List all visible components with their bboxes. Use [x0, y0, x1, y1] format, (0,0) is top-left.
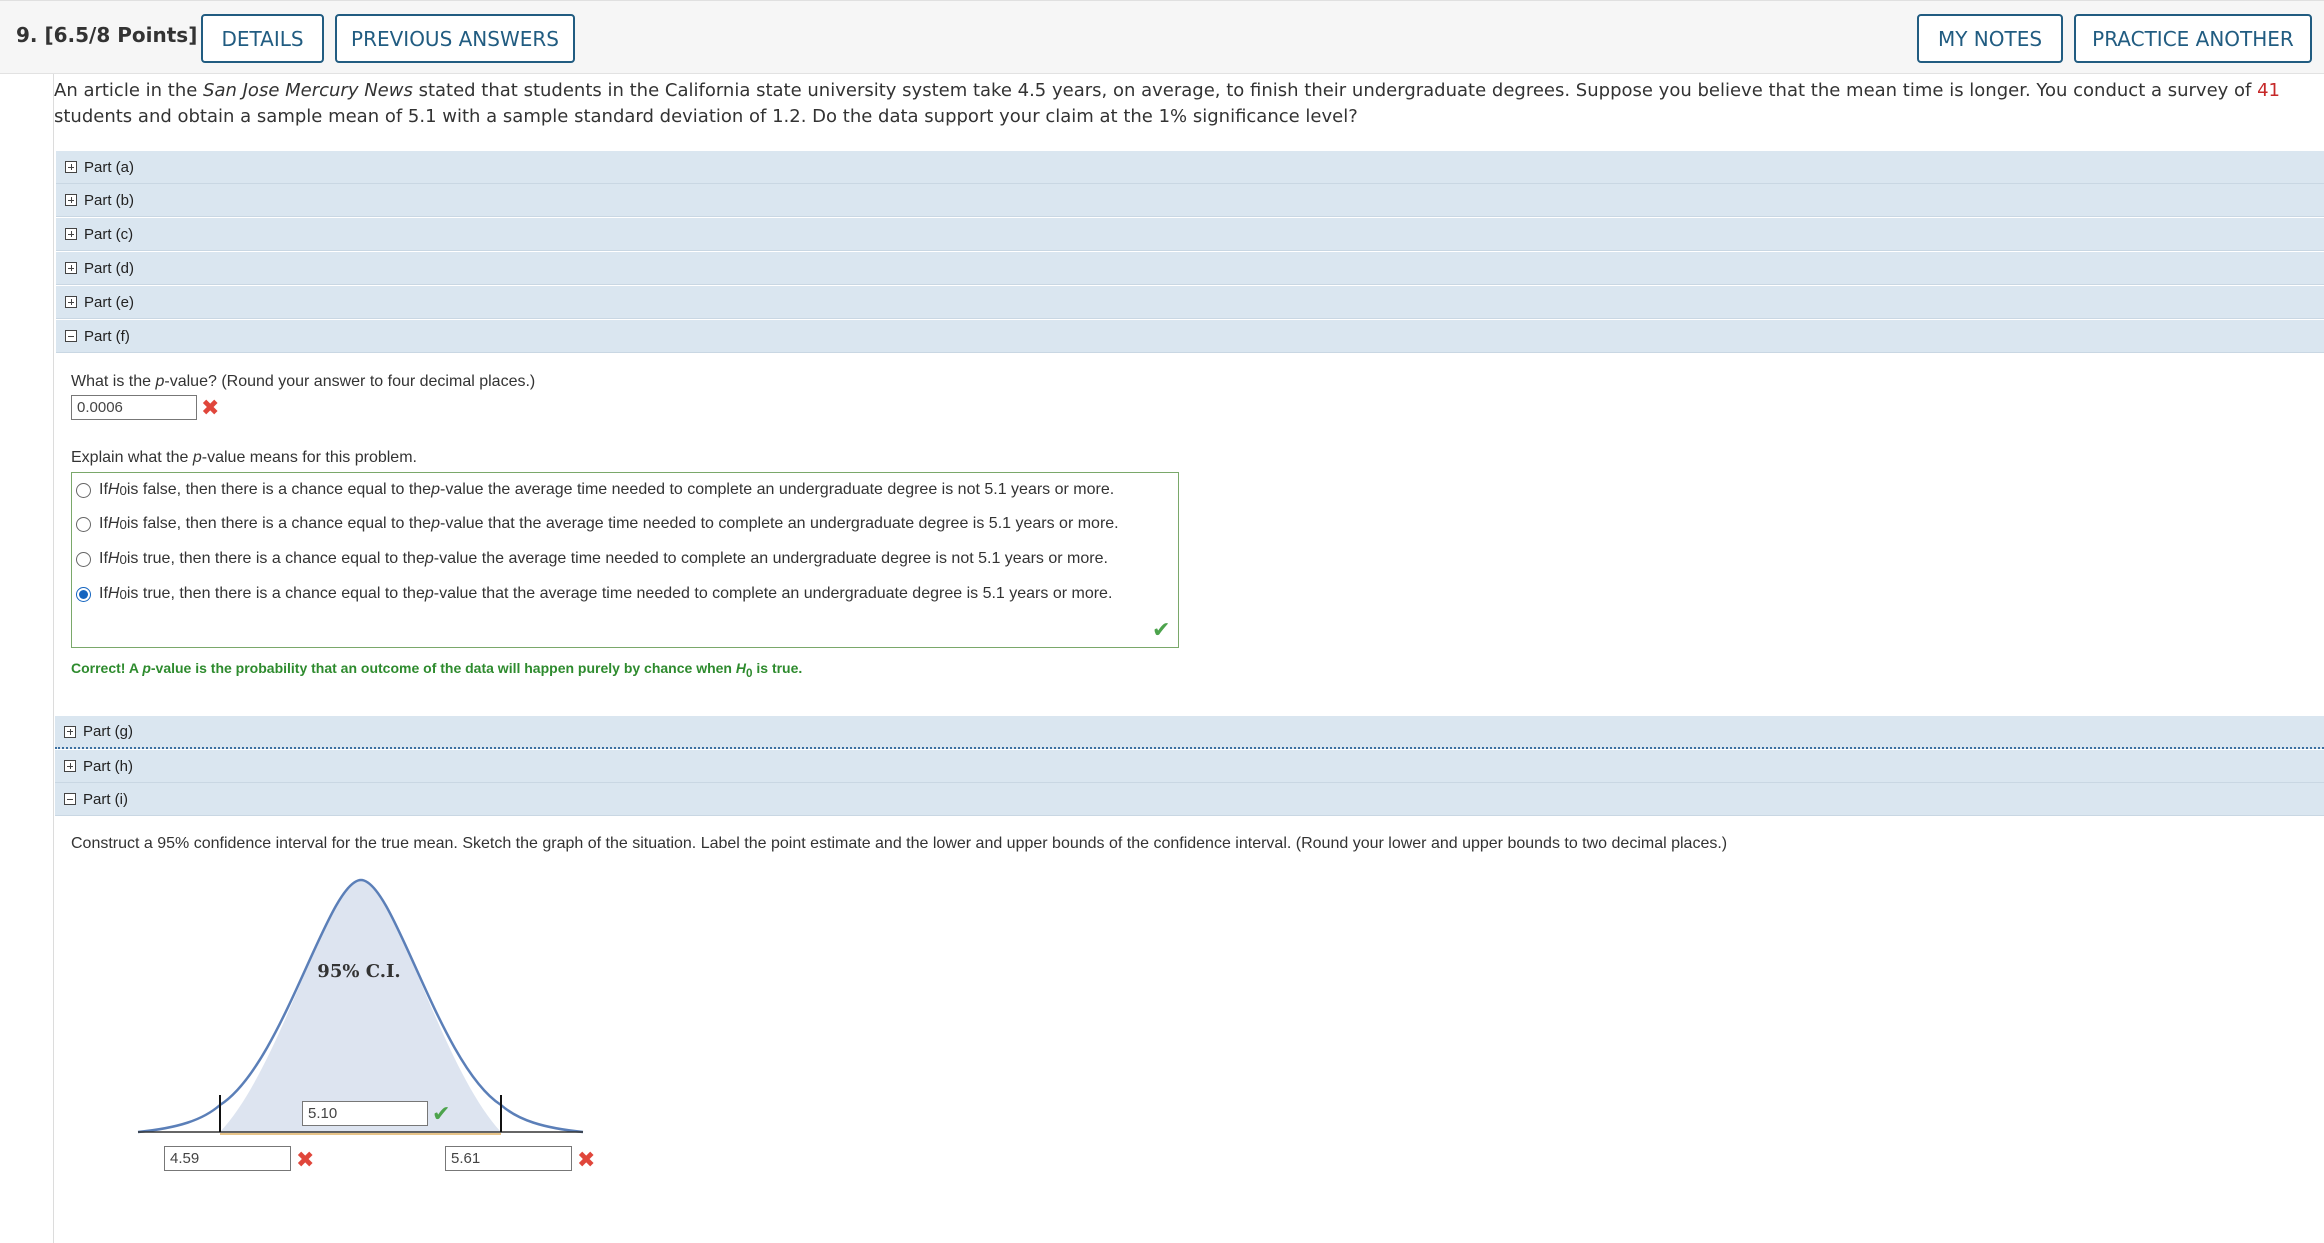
point-estimate-field[interactable]: 5.10 [302, 1101, 428, 1126]
expand-icon [65, 262, 77, 274]
collapse-icon [64, 793, 76, 805]
incorrect-icon: ✖ [201, 396, 220, 421]
expand-icon [64, 725, 76, 738]
correct-check-icon: ✔ [1152, 618, 1171, 643]
expand-icon [65, 161, 77, 173]
question-points: [6.5/8 Points] [44, 23, 198, 47]
part-h-header[interactable]: Part (h) [55, 750, 2324, 783]
part-i-header[interactable]: Part (i) [55, 783, 2324, 816]
collapse-icon [65, 330, 77, 342]
source-title: San Jose Mercury News [203, 80, 413, 101]
p-value-answer-field[interactable]: 0.0006 [71, 395, 197, 420]
choice-4[interactable]: If H0 is true, then there is a chance eq… [76, 581, 1112, 607]
part-f-header[interactable]: Part (f) [56, 320, 2324, 353]
my-notes-button[interactable]: MY NOTES [1917, 14, 2063, 63]
upper-bound-field[interactable]: 5.61 [445, 1146, 572, 1171]
correct-check-icon: ✔ [432, 1102, 451, 1127]
radio-button[interactable] [76, 482, 91, 498]
part-b-header[interactable]: Part (b) [56, 184, 2324, 217]
sample-size: 41 [2257, 80, 2280, 101]
choice-1[interactable]: If H0 is false, then there is a chance e… [76, 477, 1114, 503]
lower-bound-field[interactable]: 4.59 [164, 1146, 291, 1171]
details-button[interactable]: DETAILS [201, 14, 324, 63]
question-stem: An article in the San Jose Mercury News … [54, 80, 2280, 127]
ci-label: 95% C.I. [317, 961, 400, 982]
question-header: 9. [6.5/8 Points] DETAILS PREVIOUS ANSWE… [0, 0, 2324, 74]
part-d-header[interactable]: Part (d) [56, 252, 2324, 285]
answer-choices-box: If H0 is false, then there is a chance e… [71, 472, 1179, 648]
expand-icon [65, 194, 77, 206]
part-c-header[interactable]: Part (c) [56, 218, 2324, 251]
part-a-header[interactable]: Part (a) [56, 151, 2324, 184]
choice-3[interactable]: If H0 is true, then there is a chance eq… [76, 546, 1108, 572]
expand-icon [65, 296, 77, 308]
question-number: 9. [6.5/8 Points] [16, 23, 198, 47]
p-value-explain-question: Explain what the p-value means for this … [71, 449, 417, 466]
part-g-header[interactable]: Part (g) [55, 716, 2324, 749]
p-value-question: What is the p-value? (Round your answer … [71, 373, 536, 390]
previous-answers-button[interactable]: PREVIOUS ANSWERS [335, 14, 575, 63]
choice-2[interactable]: If H0 is false, then there is a chance e… [76, 511, 1119, 537]
normal-curve-fill [220, 880, 501, 1132]
radio-button-selected[interactable] [76, 586, 91, 602]
incorrect-icon: ✖ [296, 1148, 315, 1173]
radio-button[interactable] [76, 516, 91, 532]
part-e-header[interactable]: Part (e) [56, 286, 2324, 319]
expand-icon [64, 760, 76, 772]
practice-another-button[interactable]: PRACTICE ANOTHER [2074, 14, 2312, 63]
feedback-correct: Correct! A p-value is the probability th… [71, 660, 803, 680]
expand-icon [65, 228, 77, 240]
confidence-interval-prompt: Construct a 95% confidence interval for … [71, 835, 1728, 852]
incorrect-icon: ✖ [577, 1148, 596, 1173]
radio-button[interactable] [76, 551, 91, 567]
